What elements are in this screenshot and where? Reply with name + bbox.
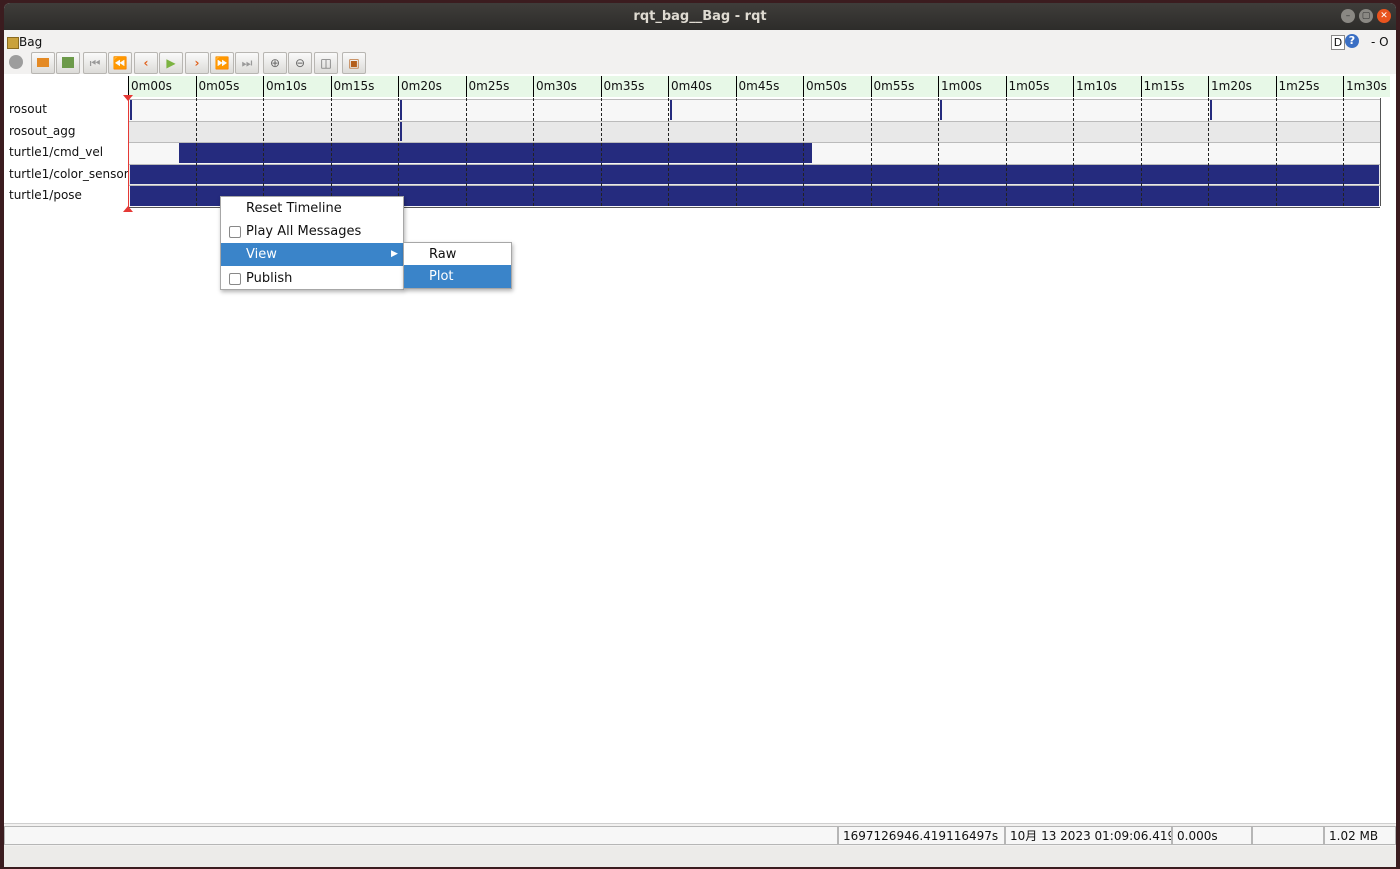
bag-icon xyxy=(7,37,19,49)
grid-line xyxy=(195,98,197,206)
grid-line xyxy=(600,98,602,206)
publish-checkbox[interactable] xyxy=(229,273,241,285)
grid-line xyxy=(870,98,872,206)
timeline-right-border xyxy=(1380,98,1381,206)
grid-line xyxy=(735,98,737,206)
grid-line xyxy=(803,98,804,206)
end-icon[interactable]: ⏭ xyxy=(235,52,259,74)
status-timestamp: 1697126946.419116497s xyxy=(838,826,1005,845)
record-icon[interactable] xyxy=(9,55,23,69)
open-icon[interactable] xyxy=(31,52,55,74)
thumbnail-icon[interactable]: ▣ xyxy=(342,52,366,74)
minimize-icon[interactable]: – xyxy=(1341,9,1355,23)
step-back-icon[interactable]: ‹ xyxy=(134,52,158,74)
begin-icon[interactable]: ⏮ xyxy=(83,52,107,74)
maximize-icon[interactable]: ▢ xyxy=(1359,9,1373,23)
grid-line xyxy=(1005,98,1007,206)
playhead-bottom-marker[interactable] xyxy=(123,206,133,212)
grid-line xyxy=(1343,98,1344,206)
close-icon[interactable]: ✕ xyxy=(1377,9,1391,23)
context-menu: Reset Timeline Play All Messages View ▶ … xyxy=(220,196,404,290)
grid-line xyxy=(1275,98,1277,206)
menu-item-view[interactable]: View ▶ xyxy=(221,243,403,266)
view-submenu: Raw Plot xyxy=(403,242,512,289)
playhead[interactable] xyxy=(128,96,129,212)
status-extra xyxy=(1252,826,1324,845)
plugin-title: Bag xyxy=(19,35,43,49)
submenu-arrow-icon: ▶ xyxy=(391,249,398,259)
grid-line xyxy=(1073,98,1074,206)
menu-item-publish[interactable]: Publish xyxy=(221,267,403,290)
title-bar: rqt_bag__Bag - rqt – ▢ ✕ xyxy=(4,3,1396,30)
save-icon[interactable] xyxy=(56,52,80,74)
grid-line xyxy=(398,98,399,206)
menu-item-play-all-messages[interactable]: Play All Messages xyxy=(221,220,403,243)
grid-line xyxy=(1140,98,1142,206)
window-title: rqt_bag__Bag - rqt xyxy=(633,9,767,24)
submenu-item-raw[interactable]: Raw xyxy=(404,243,511,266)
menu-item-reset-timeline[interactable]: Reset Timeline xyxy=(221,197,403,220)
grid-line xyxy=(465,98,467,206)
status-datetime: 10月 13 2023 01:09:06.419 xyxy=(1005,826,1172,845)
resize-grip[interactable] xyxy=(4,846,1396,867)
grid-line xyxy=(1208,98,1209,206)
zoom-reset-icon[interactable]: ◫ xyxy=(314,52,338,74)
status-size: 1.02 MB xyxy=(1324,826,1396,845)
playhead-top-marker[interactable] xyxy=(123,95,133,101)
toolbar: ⏮ ⏪ ‹ ▶ › ⏩ ⏭ ⊕ ⊖ ◫ ▣ xyxy=(4,50,1396,74)
play-icon[interactable]: ▶ xyxy=(159,52,183,74)
submenu-item-plot[interactable]: Plot xyxy=(404,265,511,288)
zoom-out-icon[interactable]: ⊖ xyxy=(288,52,312,74)
zoom-in-icon[interactable]: ⊕ xyxy=(263,52,287,74)
app-window: rqt_bag__Bag - rqt – ▢ ✕ Bag D ? - O ⏮ ⏪… xyxy=(4,3,1396,867)
plugin-controls[interactable]: - O xyxy=(1371,35,1389,49)
play-all-checkbox[interactable] xyxy=(229,226,241,238)
grid-line xyxy=(668,98,669,206)
grid-lines xyxy=(4,74,1396,214)
step-forward-icon[interactable]: › xyxy=(185,52,209,74)
status-message xyxy=(4,826,838,845)
status-bar: 1697126946.419116497s 10月 13 2023 01:09:… xyxy=(4,823,1396,847)
timeline-area[interactable]: 0m00s 0m05s 0m10s 0m15s 0m20s 0m25s 0m30s 0m35s… xyxy=(4,74,1396,823)
status-elapsed: 0.000s xyxy=(1172,826,1252,845)
grid-line xyxy=(938,98,939,206)
plugin-bar: Bag D ? - O xyxy=(4,30,1396,52)
help-icon[interactable]: ? xyxy=(1345,34,1359,48)
grid-line xyxy=(263,98,264,206)
grid-line xyxy=(330,98,332,206)
rewind-icon[interactable]: ⏪ xyxy=(108,52,132,74)
dock-button[interactable]: D xyxy=(1331,35,1345,50)
grid-line xyxy=(533,98,534,206)
fast-forward-icon[interactable]: ⏩ xyxy=(210,52,234,74)
